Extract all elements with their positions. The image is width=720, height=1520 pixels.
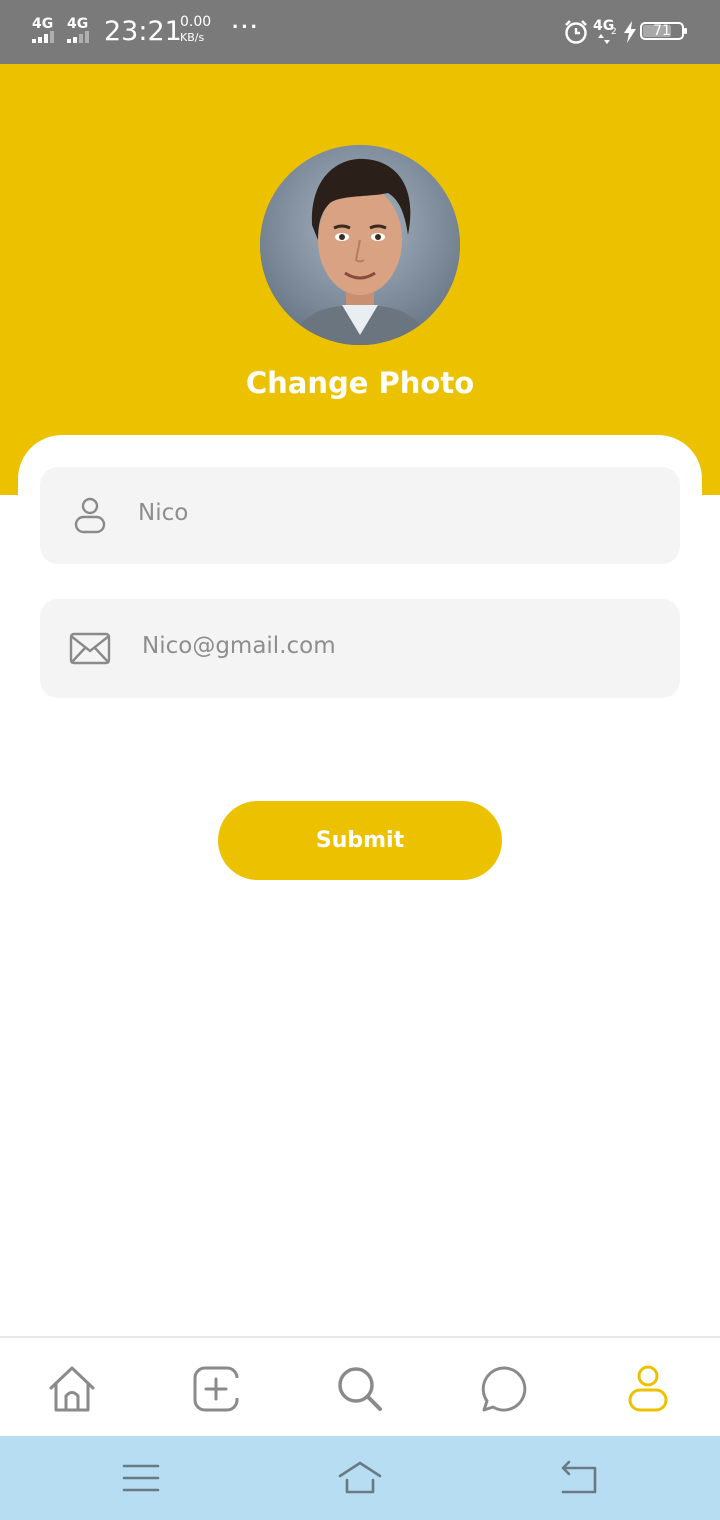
back-icon[interactable] [557, 1458, 601, 1498]
name-input[interactable]: Nico [138, 500, 188, 526]
change-photo-button[interactable]: Change Photo [0, 366, 720, 400]
network-sim-slot: 2 [611, 27, 617, 37]
menu-icon[interactable] [119, 1458, 163, 1498]
network-type-1: 4G [32, 16, 54, 32]
bottom-navigation [0, 1336, 720, 1436]
search-icon[interactable] [335, 1364, 385, 1414]
email-field[interactable]: Nico@gmail.com [40, 599, 680, 698]
signal-icon [67, 31, 89, 43]
email-icon [69, 632, 111, 665]
charging-icon [624, 21, 636, 43]
avatar[interactable] [260, 145, 460, 345]
more-notifications-icon: ··· [232, 14, 260, 39]
battery-icon: 71 [640, 22, 687, 40]
submit-button[interactable]: Submit [218, 801, 502, 880]
add-icon[interactable] [191, 1364, 241, 1414]
chat-icon[interactable] [479, 1364, 529, 1414]
profile-header: Change Photo [0, 64, 720, 495]
network-speed: 0.00 KB/s [180, 15, 211, 45]
data-transfer-icon [598, 34, 610, 44]
network-type-2: 4G [67, 16, 89, 32]
clock-time: 23:21 [104, 16, 182, 47]
alarm-icon [565, 20, 587, 44]
profile-icon[interactable] [623, 1364, 673, 1414]
network-speed-unit: KB/s [180, 31, 205, 44]
signal-icon [32, 31, 54, 43]
status-bar: 4G 4G 23:21 0.00 KB/s ··· 4G 2 71 [0, 0, 720, 64]
user-icon [74, 497, 106, 534]
name-field[interactable]: Nico [40, 467, 680, 564]
avatar-photo [260, 145, 460, 345]
email-input[interactable]: Nico@gmail.com [142, 633, 336, 659]
home-icon[interactable] [47, 1364, 97, 1414]
system-navigation-bar [0, 1436, 720, 1520]
battery-level: 71 [653, 23, 671, 39]
home-outline-icon[interactable] [338, 1458, 382, 1498]
network-speed-value: 0.00 [180, 14, 212, 30]
